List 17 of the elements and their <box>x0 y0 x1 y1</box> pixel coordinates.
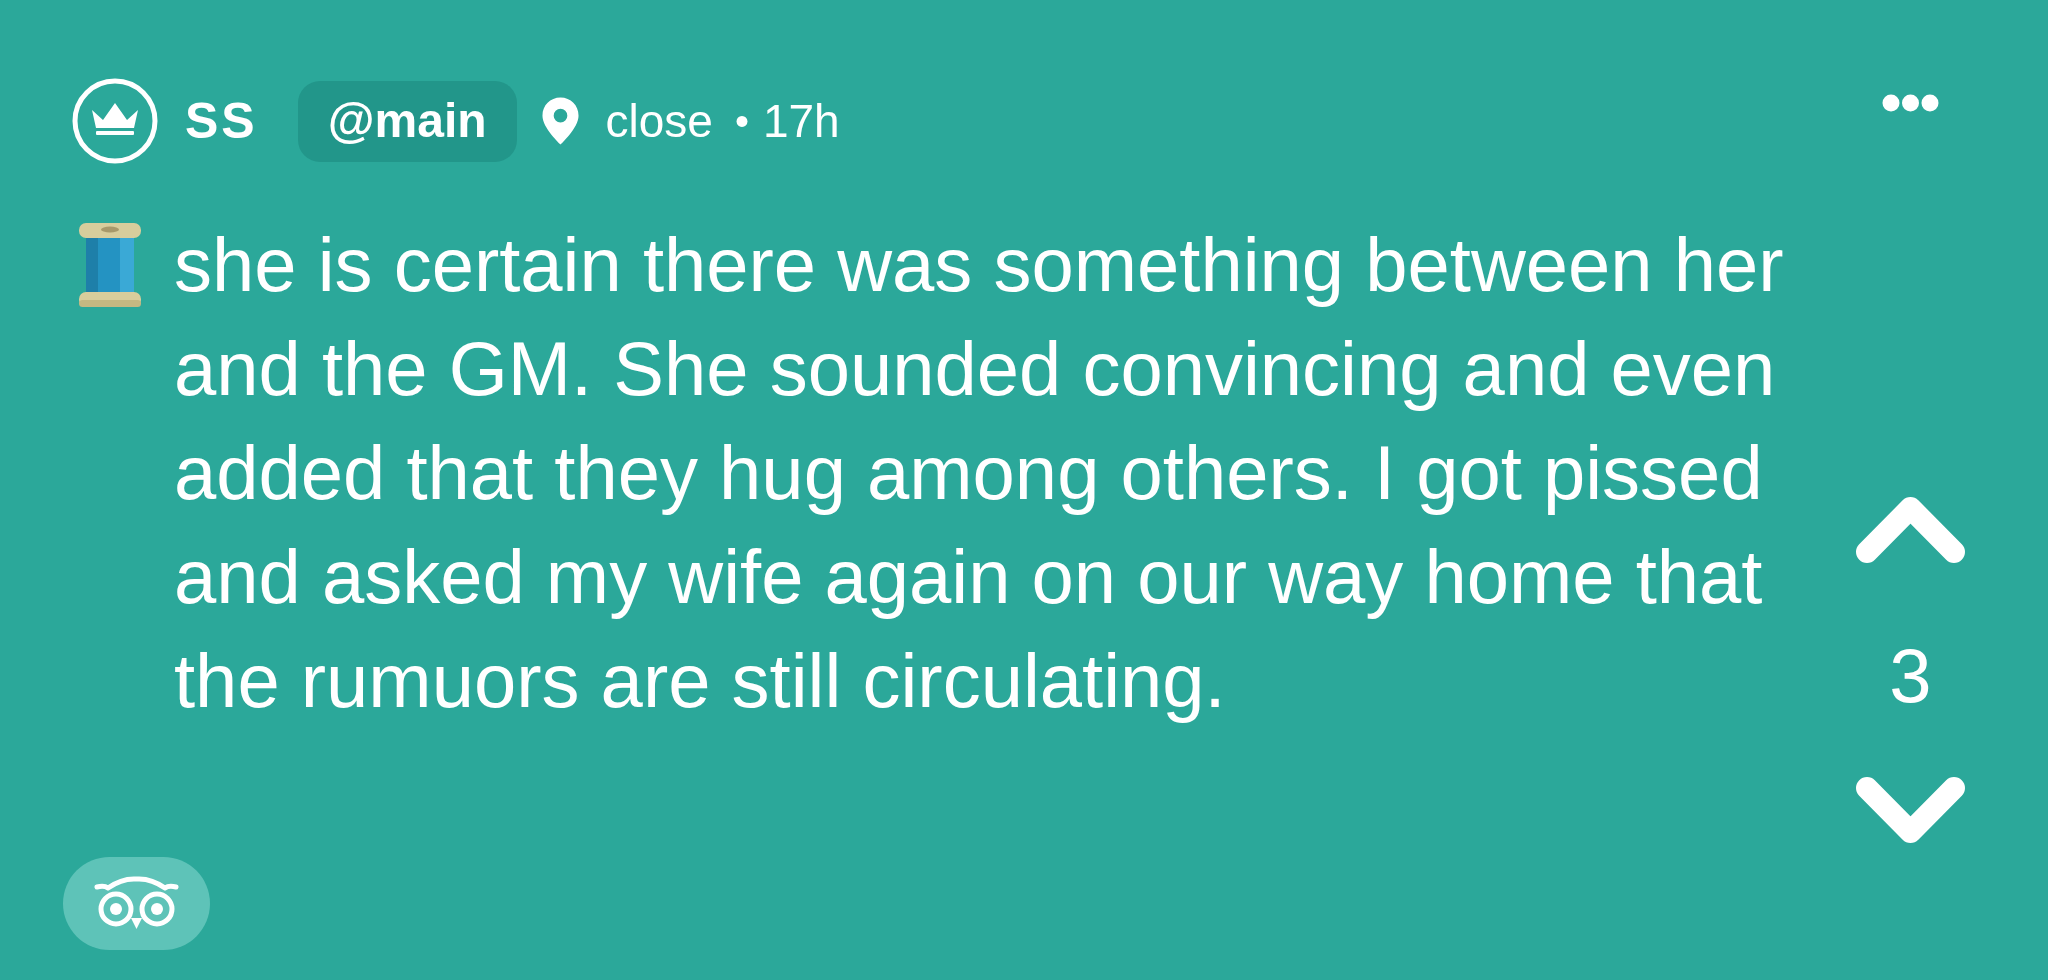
chevron-down-icon <box>1855 776 1966 844</box>
more-icon <box>1882 94 1939 112</box>
location-pin-icon <box>540 96 580 146</box>
crown-icon <box>72 78 158 164</box>
owl-icon <box>94 876 179 931</box>
channel-tag[interactable]: @main <box>297 80 517 162</box>
author-name: SS <box>185 96 258 146</box>
post-text: she is certain there was something between her and the GM. She sounded convincing and even added that they hug among others. I got pissed and asked my wife again on our way home that the rumuors are still circulating. <box>174 221 1785 725</box>
more-button[interactable] <box>1882 94 1939 112</box>
separator-dot: • <box>734 101 749 141</box>
downvote-button[interactable] <box>1855 776 1966 844</box>
thread-spool-icon <box>76 222 144 308</box>
upvote-button[interactable] <box>1855 496 1966 564</box>
vote-count: 3 <box>1889 638 1932 714</box>
location-text: close <box>605 98 713 144</box>
chevron-up-icon <box>1855 496 1966 564</box>
post-time: 17h <box>762 98 840 144</box>
